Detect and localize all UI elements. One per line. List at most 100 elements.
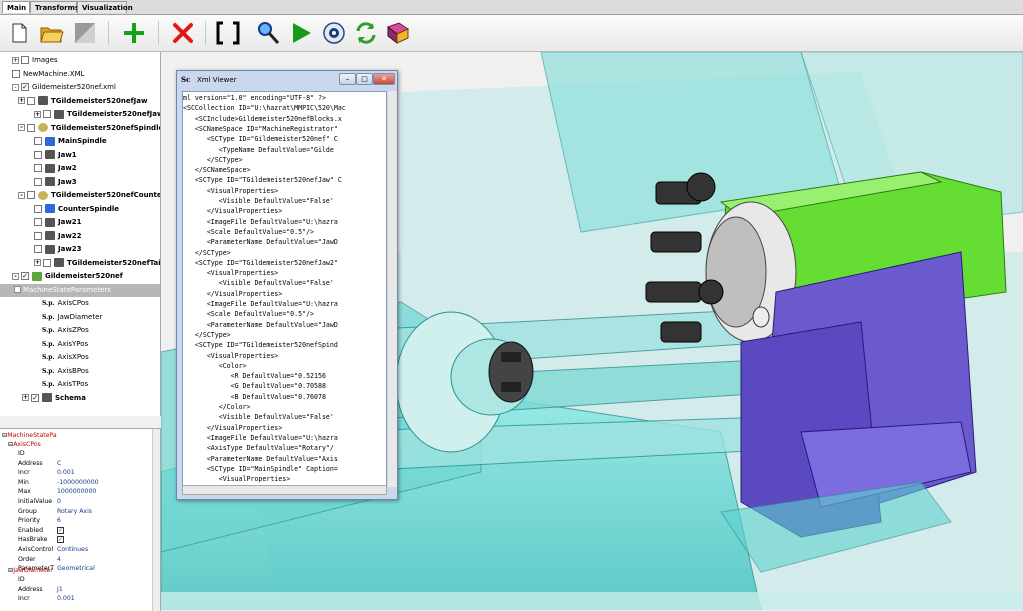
property-row[interactable]: AxisControl Continues <box>0 545 152 554</box>
tree-item[interactable]: CounterSpindle <box>34 203 119 216</box>
tree-expander-icon[interactable]: + <box>12 56 19 64</box>
brackets-button[interactable] <box>214 19 242 47</box>
tree-checkbox[interactable] <box>34 164 42 172</box>
tree-item[interactable]: MainSpindle <box>34 135 107 148</box>
property-checkbox[interactable]: ✓ <box>57 526 64 534</box>
close-button[interactable]: ✕ <box>373 73 395 85</box>
tree-item[interactable]: + ✓ Schema <box>22 392 86 405</box>
property-row[interactable]: Group Rotary Axis <box>0 507 152 516</box>
tree-checkbox[interactable] <box>12 69 20 78</box>
tree-checkbox[interactable] <box>34 177 42 186</box>
tree-expander-icon[interactable]: + <box>34 110 41 118</box>
minimize-button[interactable]: – <box>339 73 356 85</box>
property-value[interactable]: Continues <box>57 545 88 554</box>
tree-item[interactable]: Jaw3 <box>34 176 77 189</box>
tree-checkbox[interactable]: ✓ <box>21 272 29 280</box>
property-row[interactable]: Min -1000000000 <box>0 478 152 487</box>
maximize-button[interactable]: □ <box>356 73 373 85</box>
tree-item[interactable]: Jaw2 <box>34 162 77 175</box>
run-button[interactable] <box>287 19 315 47</box>
property-row[interactable]: HasBrake ✓ <box>0 535 152 544</box>
property-row[interactable]: InitialValue 0 <box>0 497 152 506</box>
tree-expander-icon[interactable]: - <box>12 272 19 280</box>
tree-item[interactable]: S.p. AxisYPos <box>42 338 88 351</box>
tree-expander-icon[interactable]: + <box>18 97 25 104</box>
property-checkbox[interactable]: ✓ <box>57 536 64 544</box>
property-group-axiscpos[interactable]: ⊟AxisCPos <box>0 440 152 449</box>
xml-horizontal-scrollbar[interactable] <box>182 485 387 495</box>
tree-expander-icon[interactable]: + <box>22 394 29 401</box>
tree-item[interactable]: S.p. AxisXPos <box>42 351 89 364</box>
property-row[interactable]: ID <box>0 575 152 584</box>
property-value[interactable]: 0.001 <box>57 468 75 477</box>
tree-item[interactable]: + TGildemeister520nefJaw2 <box>34 108 160 121</box>
property-value[interactable]: J1 <box>57 585 63 594</box>
tree-item[interactable]: S.p. JawDiameter <box>42 311 102 324</box>
xml-viewer-titlebar[interactable]: Sc Xml Viewer – □ ✕ <box>177 71 397 89</box>
property-row[interactable]: ID <box>0 449 152 458</box>
tree-item[interactable]: S.p. AxisBPos <box>42 365 89 378</box>
tree-item[interactable]: - ✓ Gildemeister520nef.xml <box>12 81 116 94</box>
property-row[interactable]: Order 4 <box>0 555 152 564</box>
refresh-button[interactable] <box>352 19 380 47</box>
tree-item[interactable]: Jaw21 <box>34 216 82 229</box>
add-button[interactable] <box>120 19 148 47</box>
tree-checkbox[interactable]: ✓ <box>31 393 39 402</box>
tree-item[interactable]: S.p. AxisZPos <box>42 324 89 337</box>
property-grid-scrollbar[interactable] <box>152 429 160 611</box>
property-group-jawdiameter[interactable]: ⊟JawDiameter <box>0 566 152 575</box>
tree-checkbox[interactable] <box>34 137 42 145</box>
tree-checkbox[interactable] <box>27 96 35 105</box>
property-value[interactable]: 0 <box>57 497 61 506</box>
property-value[interactable]: 0.001 <box>57 594 75 603</box>
tree-item[interactable]: + Images <box>12 54 58 67</box>
property-row[interactable]: Address C <box>0 459 152 468</box>
tree-expander-icon[interactable]: - <box>14 286 21 293</box>
tree-expander-icon[interactable]: + <box>34 259 41 266</box>
tree-checkbox[interactable]: ✓ <box>21 83 29 91</box>
tree-checkbox[interactable] <box>34 150 42 159</box>
tree-item[interactable]: NewMachine.XML <box>12 68 85 81</box>
tree-checkbox[interactable] <box>34 245 42 253</box>
property-value[interactable]: ✓ <box>57 535 64 544</box>
target-button[interactable] <box>320 19 348 47</box>
search-button[interactable] <box>254 19 282 47</box>
tree-checkbox[interactable] <box>34 204 42 213</box>
tree-checkbox[interactable] <box>34 231 42 240</box>
property-value[interactable]: C <box>57 459 61 468</box>
tree-item[interactable]: - TGildemeister520nefSpindle <box>18 122 160 135</box>
property-value[interactable]: -1000000000 <box>57 478 99 487</box>
tree-checkbox[interactable] <box>43 258 51 267</box>
tab-visualization[interactable]: Visualization <box>77 1 133 13</box>
tree-expander-icon[interactable]: - <box>12 83 19 91</box>
tree-item[interactable]: + TGildemeister520nefTailstock <box>34 257 160 270</box>
tree-checkbox[interactable] <box>21 56 29 64</box>
property-row[interactable]: Enabled ✓ <box>0 526 152 535</box>
tree-item[interactable]: Jaw22 <box>34 230 82 243</box>
property-row[interactable]: Incr 0.001 <box>0 468 152 477</box>
property-row[interactable]: Priority 6 <box>0 516 152 525</box>
tree-item[interactable]: Jaw1 <box>34 149 77 162</box>
tree-checkbox[interactable] <box>27 191 35 199</box>
tree-item[interactable]: S.p. AxisCPos <box>42 297 89 310</box>
property-value[interactable]: 1000000000 <box>57 487 96 496</box>
tree-checkbox[interactable] <box>34 218 42 226</box>
tree-item[interactable]: - ✓ Gildemeister520nef <box>12 270 123 283</box>
property-row[interactable]: Address J1 <box>0 585 152 594</box>
property-value[interactable]: Rotary Axis <box>57 507 92 516</box>
tree-item[interactable]: - MachineStateParameters <box>0 283 160 297</box>
tree-item[interactable]: S.p. AxisTPos <box>42 378 88 391</box>
property-value[interactable]: 4 <box>57 555 61 564</box>
tab-transforms[interactable]: Transforms <box>30 1 79 13</box>
tree-item[interactable]: - TGildemeister520nefCounterSp <box>18 189 160 202</box>
tree-checkbox[interactable] <box>27 123 35 132</box>
tree-expander-icon[interactable]: - <box>18 191 25 199</box>
tree-expander-icon[interactable]: - <box>18 124 25 131</box>
property-row[interactable]: Max 1000000000 <box>0 487 152 496</box>
property-value[interactable]: ✓ <box>57 526 64 535</box>
tree-item[interactable]: Jaw23 <box>34 243 82 256</box>
disabled-button[interactable] <box>72 19 100 47</box>
property-root-header[interactable]: ⊟MachineStatePa <box>0 431 152 440</box>
property-row[interactable]: Incr 0.001 <box>0 594 152 603</box>
property-value[interactable]: 6 <box>57 516 61 525</box>
